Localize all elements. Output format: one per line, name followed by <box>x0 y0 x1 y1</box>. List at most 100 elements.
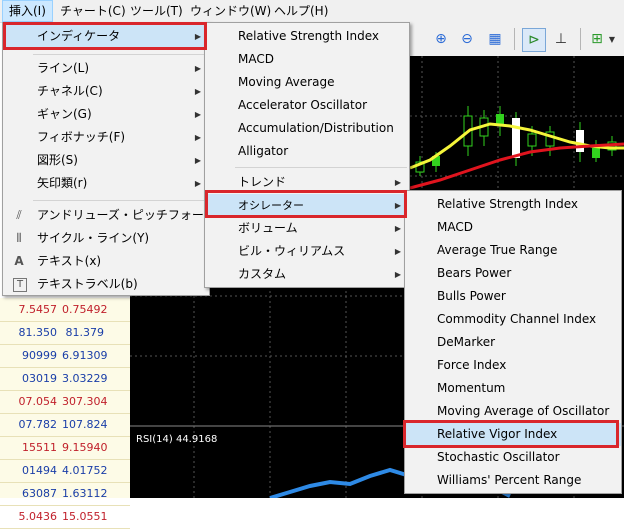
chevron-right-icon: ▶ <box>194 110 201 119</box>
bid-cell: 15511 <box>22 441 57 454</box>
bid-cell: 81.350 <box>18 326 58 339</box>
zoom-out-icon[interactable]: ⊖ <box>456 28 478 50</box>
menu-item-indicators[interactable]: インディケータ ▶ <box>3 25 209 48</box>
menu-item-macd[interactable]: MACD <box>205 48 409 71</box>
ask-cell: 3.03229 <box>62 372 108 385</box>
text-label-icon: T <box>13 278 27 292</box>
menu-item-macd[interactable]: MACD <box>405 216 621 239</box>
text-icon: A <box>14 254 24 268</box>
menu-item-atr[interactable]: Average True Range <box>405 239 621 262</box>
toolbar: ⊕ ⊖ ▦ ⊳ ⊥ ⊞ ▼ <box>410 22 624 57</box>
menu-item-accumulation[interactable]: Accumulation/Distribution <box>205 117 409 140</box>
menu-item-bulls-power[interactable]: Bulls Power <box>405 285 621 308</box>
ask-cell: 1.63112 <box>62 487 108 500</box>
chevron-down-icon[interactable]: ▼ <box>606 28 618 50</box>
menu-chart[interactable]: チャート(C) <box>54 0 132 22</box>
indicators-submenu: Relative Strength Index MACD Moving Aver… <box>204 22 410 288</box>
add-indicator-icon[interactable]: ⊞ <box>586 28 608 50</box>
menu-item-arrows[interactable]: 矢印類(r) ▶ <box>3 172 209 195</box>
menu-item-oscillators[interactable]: オシレーター ▶ <box>205 194 409 217</box>
menu-item-label: MACD <box>238 52 274 66</box>
menu-item-fibonacci[interactable]: フィボナッチ(F) ▶ <box>3 126 209 149</box>
menu-item-label: Accumulation/Distribution <box>238 121 394 135</box>
menu-item-label: テキストラベル(b) <box>37 277 138 291</box>
oscillators-submenu: Relative Strength Index MACD Average Tru… <box>404 190 622 494</box>
table-row[interactable]: 01494 4.01752 <box>0 459 130 483</box>
menu-item-shapes[interactable]: 図形(S) ▶ <box>3 149 209 172</box>
menu-item-trend[interactable]: トレンド ▶ <box>205 171 409 194</box>
table-row[interactable]: 07.782 107.824 <box>0 413 130 437</box>
table-row[interactable]: 81.350 81.379 <box>0 321 130 345</box>
table-row[interactable]: 03019 3.03229 <box>0 367 130 391</box>
menu-item-label: 図形(S) <box>37 153 78 167</box>
menu-item-label: Bulls Power <box>437 289 506 303</box>
table-row[interactable]: 63087 1.63112 <box>0 482 130 506</box>
menu-item-label: Momentum <box>437 381 506 395</box>
menu-item-label: DeMarker <box>437 335 496 349</box>
chevron-right-icon: ▶ <box>194 133 201 142</box>
menu-item-label: Relative Vigor Index <box>437 427 558 441</box>
menu-item-channel[interactable]: チャネル(C) ▶ <box>3 80 209 103</box>
bid-cell: 7.5457 <box>18 303 58 316</box>
cycle-lines-icon: ⦀ <box>16 231 22 245</box>
ask-cell: 307.304 <box>62 395 108 408</box>
menu-item-label: Williams' Percent Range <box>437 473 582 487</box>
menu-item-cycle-lines[interactable]: ⦀ サイクル・ライン(Y) <box>3 227 209 250</box>
menu-separator <box>33 54 207 55</box>
menu-item-text-label[interactable]: T テキストラベル(b) <box>3 273 209 296</box>
autoscroll-icon[interactable]: ⊥ <box>550 28 572 50</box>
menu-item-williams-r[interactable]: Williams' Percent Range <box>405 469 621 492</box>
menu-help[interactable]: ヘルプ(H) <box>268 0 334 22</box>
menu-item-bill-williams[interactable]: ビル・ウィリアムス ▶ <box>205 240 409 263</box>
table-row[interactable]: 07.054 307.304 <box>0 390 130 414</box>
zoom-in-icon[interactable]: ⊕ <box>430 28 452 50</box>
menu-item-bears-power[interactable]: Bears Power <box>405 262 621 285</box>
menu-item-label: Moving Average <box>238 75 335 89</box>
table-row[interactable]: 5.0436 15.0551 <box>0 505 130 529</box>
menu-item-cci[interactable]: Commodity Channel Index <box>405 308 621 331</box>
rsi-label: RSI(14) 44.9168 <box>136 434 218 445</box>
menu-item-label: Force Index <box>437 358 507 372</box>
tile-windows-icon[interactable]: ▦ <box>484 28 506 50</box>
bid-cell: 01494 <box>22 464 57 477</box>
chevron-right-icon: ▶ <box>394 270 401 279</box>
menu-item-custom[interactable]: カスタム ▶ <box>205 263 409 286</box>
menu-item-rsi[interactable]: Relative Strength Index <box>405 193 621 216</box>
menu-item-label: Average True Range <box>437 243 558 257</box>
menu-item-demarker[interactable]: DeMarker <box>405 331 621 354</box>
ask-cell: 9.15940 <box>62 441 108 454</box>
menu-item-volumes[interactable]: ボリューム ▶ <box>205 217 409 240</box>
table-row[interactable]: 15511 9.15940 <box>0 436 130 460</box>
menu-item-label: Relative Strength Index <box>437 197 578 211</box>
menu-item-accelerator[interactable]: Accelerator Oscillator <box>205 94 409 117</box>
chevron-right-icon: ▶ <box>394 178 401 187</box>
menu-item-force-index[interactable]: Force Index <box>405 354 621 377</box>
menu-item-rsi[interactable]: Relative Strength Index <box>205 25 409 48</box>
menu-window[interactable]: ウィンドウ(W) <box>184 0 277 22</box>
menu-item-pitchfork[interactable]: ⫽ アンドリューズ・ピッチフォーク(A) <box>3 204 233 227</box>
chart-shift-icon[interactable]: ⊳ <box>522 28 546 52</box>
menu-item-gann[interactable]: ギャン(G) ▶ <box>3 103 209 126</box>
menu-item-rvi[interactable]: Relative Vigor Index <box>405 423 621 446</box>
menu-item-moving-average[interactable]: Moving Average <box>205 71 409 94</box>
menu-item-label: Relative Strength Index <box>238 29 379 43</box>
bid-cell: 5.0436 <box>18 510 58 523</box>
menu-tools[interactable]: ツール(T) <box>124 0 189 22</box>
menu-item-text[interactable]: A テキスト(x) <box>3 250 209 273</box>
menu-item-label: チャネル(C) <box>37 84 103 98</box>
menu-item-stochastic[interactable]: Stochastic Oscillator <box>405 446 621 469</box>
menu-item-alligator[interactable]: Alligator <box>205 140 409 163</box>
table-row[interactable]: 7.5457 0.75492 <box>0 298 130 322</box>
menu-item-label: テキスト(x) <box>37 254 102 268</box>
ask-cell: 81.379 <box>65 326 105 339</box>
menu-item-momentum[interactable]: Momentum <box>405 377 621 400</box>
ask-cell: 4.01752 <box>62 464 108 477</box>
menu-item-line[interactable]: ライン(L) ▶ <box>3 57 209 80</box>
table-row[interactable]: 90999 6.91309 <box>0 344 130 368</box>
menu-item-osma[interactable]: Moving Average of Oscillator <box>405 400 621 423</box>
menu-insert[interactable]: 挿入(I) <box>2 0 53 22</box>
menu-bar: 挿入(I) チャート(C) ツール(T) ウィンドウ(W) ヘルプ(H) <box>0 0 624 23</box>
toolbar-separator <box>580 28 581 50</box>
chevron-right-icon: ▶ <box>194 179 201 188</box>
menu-item-label: MACD <box>437 220 473 234</box>
